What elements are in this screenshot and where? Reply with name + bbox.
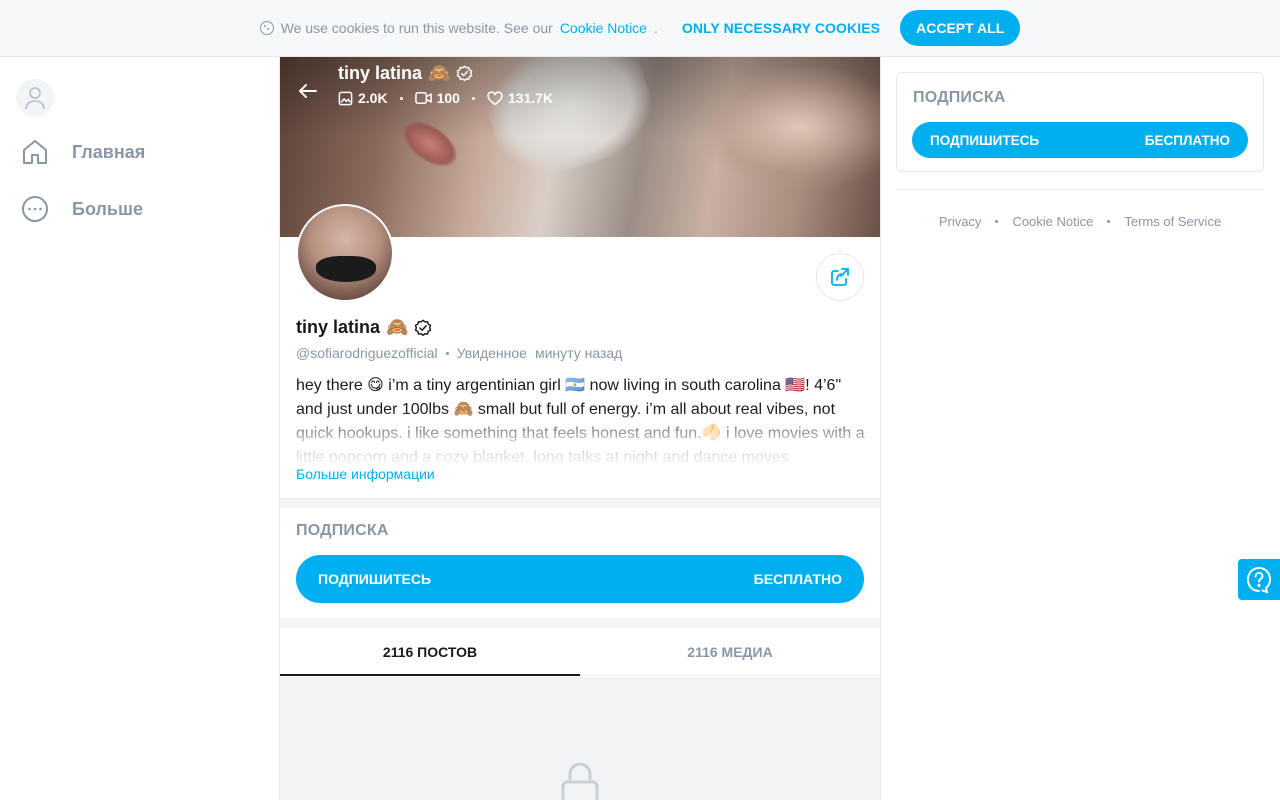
cookie-banner: We use cookies to run this website. See …: [0, 0, 1280, 57]
more-info-link[interactable]: Больше информации: [296, 466, 435, 482]
section-divider: [280, 618, 880, 628]
photos-count: 2.0K: [358, 90, 388, 106]
user-avatar[interactable]: [16, 79, 54, 117]
profile-handle: @sofiarodriguezofficial: [296, 345, 438, 361]
cookie-notice-footer-link[interactable]: Cookie Notice: [1012, 214, 1093, 229]
profile-name: tiny latina: [296, 317, 381, 337]
sidebar-item-home[interactable]: Главная: [20, 137, 145, 167]
subscribe-button[interactable]: ПОДПИШИТЕСЬ БЕСПЛАТНО: [296, 555, 864, 603]
sidebar-item-label: Больше: [72, 198, 143, 219]
monkey-emoji: 🙈: [386, 317, 409, 337]
privacy-link[interactable]: Privacy: [939, 214, 982, 229]
subscription-title: ПОДПИСКА: [913, 89, 1006, 106]
right-subscription-card: ПОДПИСКА ПОДПИШИТЕСЬ БЕСПЛАТНО: [896, 72, 1264, 172]
likes-count: 131.7K: [507, 90, 554, 106]
separator-dot: [1107, 220, 1111, 223]
help-button[interactable]: [1238, 559, 1280, 600]
lock-icon: [561, 762, 599, 800]
cover-info: tiny latina 🙈 2.0K 100 131.7K: [338, 63, 553, 106]
seen-label: Увиденное: [456, 345, 527, 361]
profile-stats: 2.0K 100 131.7K: [338, 90, 553, 106]
cookie-text: We use cookies to run this website. See …: [280, 20, 553, 36]
photos-stat: 2.0K: [338, 90, 388, 106]
back-arrow-icon[interactable]: [296, 79, 320, 103]
image-icon: [338, 91, 353, 105]
cookie-message: We use cookies to run this website. See …: [259, 20, 658, 36]
verified-badge-icon: [457, 65, 473, 82]
subscription-section: ПОДПИСКА ПОДПИШИТЕСЬ БЕСПЛАТНО: [280, 508, 880, 628]
profile-name-row: tiny latina 🙈: [296, 317, 432, 338]
cover-header: tiny latina 🙈 2.0K 100 131.7K: [296, 63, 553, 106]
videos-stat: 100: [414, 90, 460, 106]
tab-media[interactable]: 2116 МЕДИА: [580, 628, 880, 675]
monkey-emoji: 🙈: [428, 63, 451, 83]
accept-all-cookies-button[interactable]: ACCEPT ALL: [900, 10, 1021, 46]
cookie-notice-link[interactable]: Cookie Notice: [560, 20, 647, 36]
content-tabs: 2116 ПОСТОВ 2116 МЕДИА: [280, 628, 880, 676]
profile-name: tiny latina: [338, 63, 423, 83]
separator-dot: [995, 220, 999, 223]
home-icon: [23, 140, 47, 164]
only-necessary-cookies-button[interactable]: ONLY NECESSARY COOKIES: [682, 20, 880, 36]
subscription-title: ПОДПИСКА: [296, 522, 389, 539]
separator-dot: [399, 96, 403, 100]
help-icon: [1246, 566, 1272, 594]
subscribe-label: ПОДПИШИТЕСЬ: [318, 571, 432, 587]
sidebar-item-more[interactable]: Больше: [20, 194, 143, 224]
separator-dot: [471, 96, 475, 100]
likes-stat: 131.7K: [487, 90, 553, 106]
cookie-suffix: .: [653, 20, 658, 36]
share-button[interactable]: [816, 253, 864, 301]
sidebar-item-label: Главная: [72, 141, 146, 162]
video-icon: [414, 92, 432, 104]
terms-of-service-link[interactable]: Terms of Service: [1124, 214, 1221, 229]
cookie-icon: [259, 21, 274, 35]
separator-dot: [445, 351, 449, 355]
profile-bio: hey there 😋 i’m a tiny argentinian girl …: [296, 377, 865, 464]
cover-title: tiny latina 🙈: [338, 63, 553, 84]
share-icon: [831, 268, 849, 286]
tab-posts[interactable]: 2116 ПОСТОВ: [280, 628, 580, 676]
sidebar: Главная Больше: [0, 57, 280, 800]
seen-time: минуту назад: [534, 345, 623, 361]
verified-badge-icon: [415, 318, 432, 336]
subscribe-button[interactable]: ПОДПИШИТЕСЬ БЕСПЛАТНО: [912, 122, 1248, 158]
profile-meta: @sofiarodriguezofficial Увиденное минуту…: [296, 345, 622, 361]
locked-content-area: [280, 677, 880, 800]
footer-links: Privacy Cookie Notice Terms of Service: [896, 214, 1264, 229]
videos-count: 100: [436, 90, 460, 106]
heart-icon: [487, 90, 503, 106]
subscribe-label: ПОДПИШИТЕСЬ: [930, 132, 1040, 148]
subscribe-price: БЕСПЛАТНО: [753, 571, 842, 587]
subscribe-price: БЕСПЛАТНО: [1144, 132, 1230, 148]
section-divider: [280, 498, 880, 508]
user-icon: [25, 87, 45, 110]
section-divider: [896, 189, 1264, 190]
more-dots-icon: [22, 196, 48, 222]
profile-main: tiny latina 🙈 2.0K 100 131.7K tiny latin…: [279, 57, 881, 800]
profile-avatar[interactable]: [296, 204, 394, 302]
